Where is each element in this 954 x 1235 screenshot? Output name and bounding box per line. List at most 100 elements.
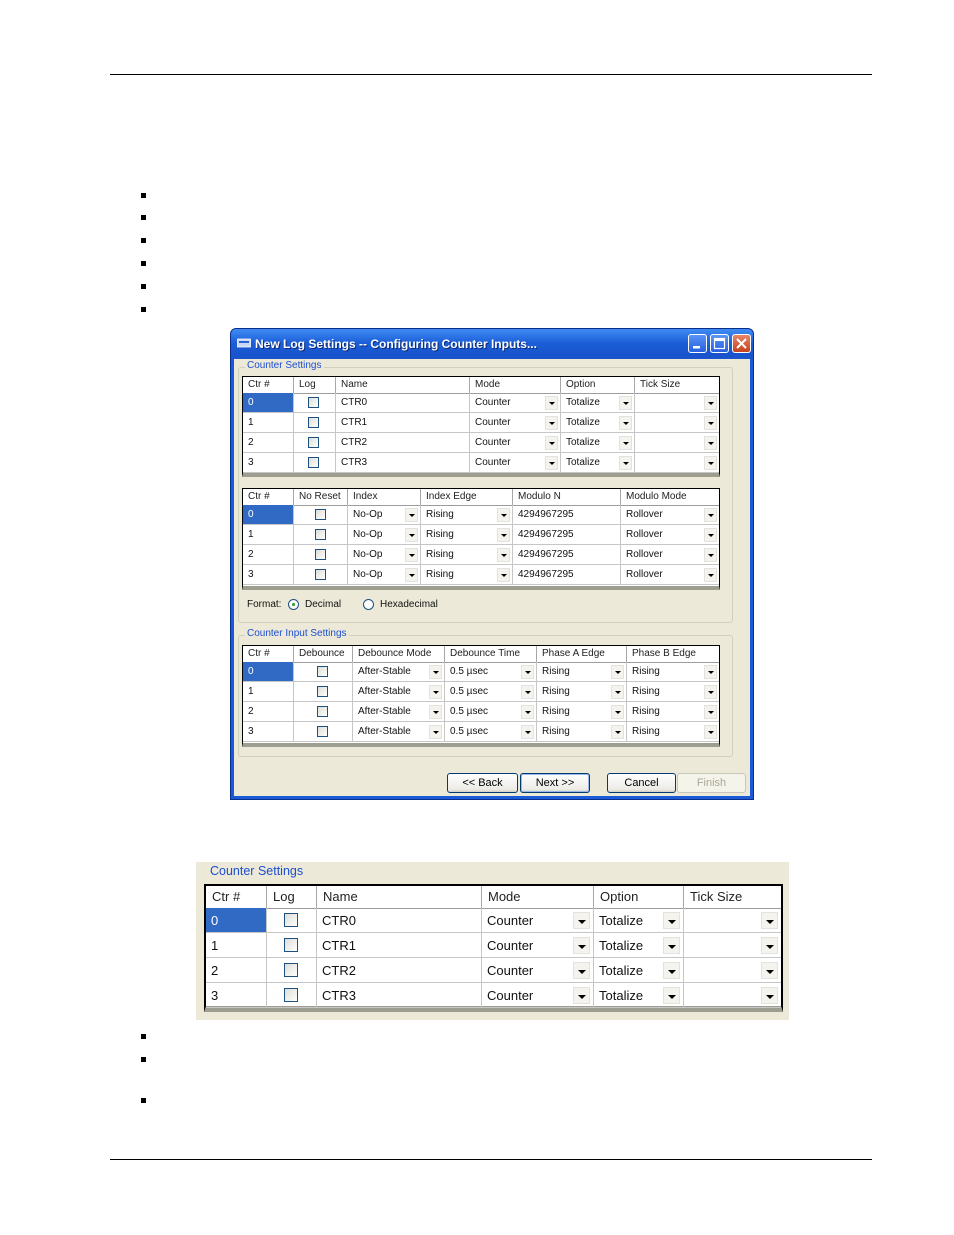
log-checkbox[interactable] — [284, 963, 298, 977]
debounce-mode-cell[interactable]: After-Stable — [353, 722, 445, 742]
index-cell[interactable]: No-Op — [348, 545, 421, 565]
name-cell[interactable]: CTR0 — [336, 393, 470, 413]
ctr-cell[interactable]: 0 — [243, 505, 294, 525]
column-header[interactable]: Mode — [482, 886, 594, 908]
phase-a-edge-cell[interactable]: Rising — [537, 662, 627, 682]
name-cell[interactable]: CTR1 — [317, 933, 482, 958]
ctr-cell[interactable]: 3 — [243, 565, 294, 585]
ctr-cell[interactable]: 0 — [243, 662, 294, 682]
dropdown-arrow-icon[interactable] — [761, 987, 778, 1004]
option-cell[interactable]: Totalize — [594, 958, 684, 983]
debounce-time-cell[interactable]: 0.5 µsec — [445, 702, 537, 722]
dropdown-arrow-icon[interactable] — [704, 685, 717, 699]
option-cell[interactable]: Totalize — [561, 393, 635, 413]
tick-size-cell[interactable] — [684, 908, 781, 933]
debounce-time-cell[interactable]: 0.5 µsec — [445, 682, 537, 702]
dropdown-arrow-icon[interactable] — [545, 456, 558, 470]
column-header[interactable]: Phase B Edge — [627, 646, 719, 662]
dropdown-arrow-icon[interactable] — [521, 705, 534, 719]
dropdown-arrow-icon[interactable] — [429, 705, 442, 719]
ctr-cell[interactable]: 3 — [243, 453, 294, 473]
dropdown-arrow-icon[interactable] — [545, 436, 558, 450]
table-row[interactable]: 3 After-Stable 0.5 µsec Rising Rising — [243, 722, 719, 742]
dropdown-arrow-icon[interactable] — [611, 725, 624, 739]
mode-cell[interactable]: Counter — [470, 433, 561, 453]
log-cell[interactable] — [294, 393, 336, 413]
mode-cell[interactable]: Counter — [482, 983, 594, 1008]
column-header[interactable]: Tick Size — [684, 886, 781, 908]
ctr-cell[interactable]: 2 — [243, 433, 294, 453]
table-row[interactable]: 0 CTR0 Counter Totalize — [206, 908, 781, 933]
dropdown-arrow-icon[interactable] — [405, 568, 418, 582]
table-row[interactable]: 0 CTR0 Counter Totalize — [243, 393, 719, 413]
table-row[interactable]: 0 After-Stable 0.5 µsec Rising Rising — [243, 662, 719, 682]
table-row[interactable]: 3 No-Op Rising 4294967295 Rollover — [243, 565, 719, 585]
name-cell[interactable]: CTR2 — [336, 433, 470, 453]
ctr-cell[interactable]: 1 — [243, 525, 294, 545]
log-cell[interactable] — [294, 433, 336, 453]
dropdown-arrow-icon[interactable] — [663, 987, 680, 1004]
dropdown-arrow-icon[interactable] — [663, 962, 680, 979]
option-cell[interactable]: Totalize — [594, 908, 684, 933]
debounce-checkbox[interactable] — [317, 726, 328, 737]
phase-a-edge-cell[interactable]: Rising — [537, 722, 627, 742]
dropdown-arrow-icon[interactable] — [429, 665, 442, 679]
no-reset-checkbox[interactable] — [315, 549, 326, 560]
column-header[interactable]: Name — [317, 886, 482, 908]
table-row[interactable]: 1 No-Op Rising 4294967295 Rollover — [243, 525, 719, 545]
name-cell[interactable]: CTR3 — [317, 983, 482, 1008]
dropdown-arrow-icon[interactable] — [573, 912, 590, 929]
tick-size-cell[interactable] — [635, 413, 719, 433]
ctr-cell[interactable]: 2 — [243, 702, 294, 722]
dropdown-arrow-icon[interactable] — [497, 548, 510, 562]
dropdown-arrow-icon[interactable] — [497, 528, 510, 542]
dropdown-arrow-icon[interactable] — [611, 705, 624, 719]
table-row[interactable]: 1 CTR1 Counter Totalize — [243, 413, 719, 433]
column-header[interactable]: Debounce Time — [445, 646, 537, 662]
no-reset-cell[interactable] — [294, 525, 348, 545]
option-cell[interactable]: Totalize — [561, 433, 635, 453]
column-header[interactable]: Ctr # — [243, 377, 294, 393]
mode-cell[interactable]: Counter — [482, 958, 594, 983]
name-cell[interactable]: CTR2 — [317, 958, 482, 983]
dropdown-arrow-icon[interactable] — [405, 548, 418, 562]
dropdown-arrow-icon[interactable] — [704, 705, 717, 719]
dropdown-arrow-icon[interactable] — [521, 685, 534, 699]
column-header[interactable]: Name — [336, 377, 470, 393]
no-reset-cell[interactable] — [294, 565, 348, 585]
dropdown-arrow-icon[interactable] — [497, 568, 510, 582]
dropdown-arrow-icon[interactable] — [619, 416, 632, 430]
mode-cell[interactable]: Counter — [470, 453, 561, 473]
log-checkbox[interactable] — [308, 397, 319, 408]
mode-cell[interactable]: Counter — [482, 908, 594, 933]
table-row[interactable]: 3 CTR3 Counter Totalize — [206, 983, 781, 1008]
dropdown-arrow-icon[interactable] — [619, 436, 632, 450]
dropdown-arrow-icon[interactable] — [611, 665, 624, 679]
phase-a-edge-cell[interactable]: Rising — [537, 702, 627, 722]
modulo-mode-cell[interactable]: Rollover — [621, 545, 719, 565]
log-checkbox[interactable] — [308, 457, 319, 468]
column-header[interactable]: Mode — [470, 377, 561, 393]
dropdown-arrow-icon[interactable] — [611, 685, 624, 699]
column-header[interactable]: Ctr # — [206, 886, 267, 908]
no-reset-cell[interactable] — [294, 545, 348, 565]
dropdown-arrow-icon[interactable] — [761, 912, 778, 929]
log-checkbox[interactable] — [308, 417, 319, 428]
modulo-mode-cell[interactable]: Rollover — [621, 565, 719, 585]
column-header[interactable]: Debounce — [294, 646, 353, 662]
index-cell[interactable]: No-Op — [348, 565, 421, 585]
name-cell[interactable]: CTR0 — [317, 908, 482, 933]
log-cell[interactable] — [267, 908, 317, 933]
debounce-mode-cell[interactable]: After-Stable — [353, 702, 445, 722]
modulo-n-cell[interactable]: 4294967295 — [513, 505, 621, 525]
column-header[interactable]: Modulo Mode — [621, 489, 719, 505]
phase-b-edge-cell[interactable]: Rising — [627, 682, 719, 702]
index-edge-cell[interactable]: Rising — [421, 565, 513, 585]
name-cell[interactable]: CTR1 — [336, 413, 470, 433]
debounce-checkbox[interactable] — [317, 666, 328, 677]
column-header[interactable]: Phase A Edge — [537, 646, 627, 662]
cancel-button[interactable]: Cancel — [607, 773, 676, 793]
phase-a-edge-cell[interactable]: Rising — [537, 682, 627, 702]
mode-cell[interactable]: Counter — [482, 933, 594, 958]
column-header[interactable]: Option — [561, 377, 635, 393]
